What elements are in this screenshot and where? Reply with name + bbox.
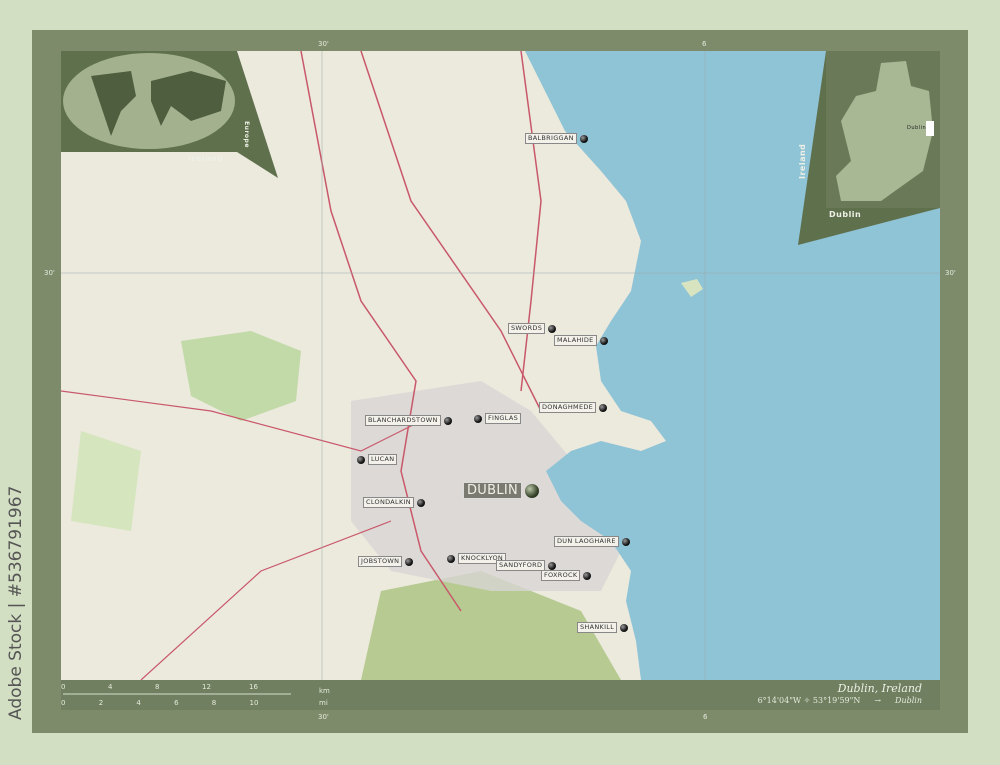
city-marker-icon [599, 336, 608, 345]
city-marker-icon [447, 554, 455, 563]
city-lucan[interactable]: Lucan [357, 454, 398, 465]
world-inset-side-label: Europe [242, 121, 250, 148]
scale-km-tick: 4 [108, 683, 113, 691]
info-bar: 0 4 8 12 16 0 2 4 6 8 10 km mi Dublin, Ireland 6°… [61, 680, 940, 710]
coordinates: 6°14'04"W ✧ 53°19'59"N [757, 696, 861, 705]
scale-mi-unit: mi [319, 699, 328, 707]
city-label: Sandyford [496, 560, 546, 571]
city-swords[interactable]: Swords [508, 323, 557, 334]
capital-marker-icon [525, 483, 540, 498]
city-foxrock[interactable]: Foxrock [541, 570, 592, 581]
city-label: Blanchardstown [365, 415, 441, 426]
country-inset-marker-label: Dublin [907, 125, 927, 131]
city-label: Swords [508, 323, 546, 334]
scale-mi-tick: 6 [174, 699, 179, 707]
scale-mi-tick: 2 [98, 699, 104, 707]
city-dun-laoghaire[interactable]: Dun Laoghaire [554, 536, 630, 547]
map-title: Dublin, Ireland [837, 682, 922, 695]
city-label: Jobstown [358, 556, 403, 567]
grid-tick-left-30: 30' [44, 269, 55, 277]
scale-km-tick: 16 [249, 683, 258, 691]
arrow-icon: → [874, 696, 882, 705]
city-marker-icon [405, 557, 414, 566]
city-jobstown[interactable]: Jobstown [358, 556, 414, 567]
scale-km-unit: km [319, 687, 330, 695]
city-label: Dun Laoghaire [554, 536, 619, 547]
city-label: Balbriggan [525, 133, 577, 144]
city-marker-icon [416, 498, 425, 507]
scale-mi-tick: 8 [211, 699, 217, 707]
scale-mi-tick: 4 [136, 699, 141, 707]
city-marker-icon [599, 403, 608, 412]
city-marker-icon [579, 134, 588, 143]
city-label: Foxrock [541, 570, 581, 581]
city-marker-icon [548, 561, 557, 570]
city-marker-icon [443, 416, 452, 425]
map-canvas[interactable]: Ireland Europe Dublin Ireland Dublin Bal… [61, 51, 940, 680]
grid-tick-top-30: 30' [318, 40, 329, 48]
city-blanchardstown[interactable]: Blanchardstown [365, 415, 452, 426]
city-marker-icon [548, 324, 557, 333]
city-marker-icon [357, 455, 365, 464]
country-inset-side-label: Ireland [798, 143, 807, 179]
city-label: Donaghmede [539, 402, 597, 413]
dublin-highlight [926, 121, 934, 136]
grid-tick-right-30: 30' [945, 269, 956, 277]
watermark: Adobe Stock | #536791967 [6, 485, 26, 720]
capital-label: Dublin [463, 482, 523, 499]
city-marker-icon [621, 537, 630, 546]
grid-tick-bottom-6: 6 [703, 713, 708, 721]
grid-tick-bottom-30: 30' [318, 713, 329, 721]
city-label: Shankill [577, 622, 618, 633]
scale-km-tick: 0 [61, 683, 66, 691]
scale-km-tick: 8 [155, 683, 160, 691]
city-clondalkin[interactable]: Clondalkin [363, 497, 425, 508]
country-inset-label: Dublin [829, 210, 862, 219]
grid-tick-top-6: 6 [702, 40, 707, 48]
city-label: Lucan [368, 454, 398, 465]
city-marker-icon [474, 414, 482, 423]
city-finglas[interactable]: Finglas [474, 413, 521, 424]
capital-dublin[interactable]: Dublin [463, 482, 540, 499]
city-label: Clondalkin [363, 497, 414, 508]
coordinates-line: 6°14'04"W ✧ 53°19'59"N → Dublin [758, 696, 922, 705]
city-malahide[interactable]: Malahide [554, 335, 608, 346]
city-label: Finglas [485, 413, 521, 424]
city-marker-icon [583, 571, 592, 580]
scale-km-tick: 12 [202, 683, 211, 691]
scale-mi-tick: 10 [249, 699, 259, 707]
basemap [61, 51, 940, 680]
city-label: Malahide [554, 335, 597, 346]
city-donaghmede[interactable]: Donaghmede [539, 402, 608, 413]
scale-mi-tick: 0 [61, 699, 66, 707]
city-shankill[interactable]: Shankill [577, 622, 629, 633]
world-inset-label: Ireland [188, 154, 224, 163]
city-balbriggan[interactable]: Balbriggan [525, 133, 588, 144]
region-name: Dublin [895, 696, 922, 705]
city-marker-icon [620, 623, 629, 632]
